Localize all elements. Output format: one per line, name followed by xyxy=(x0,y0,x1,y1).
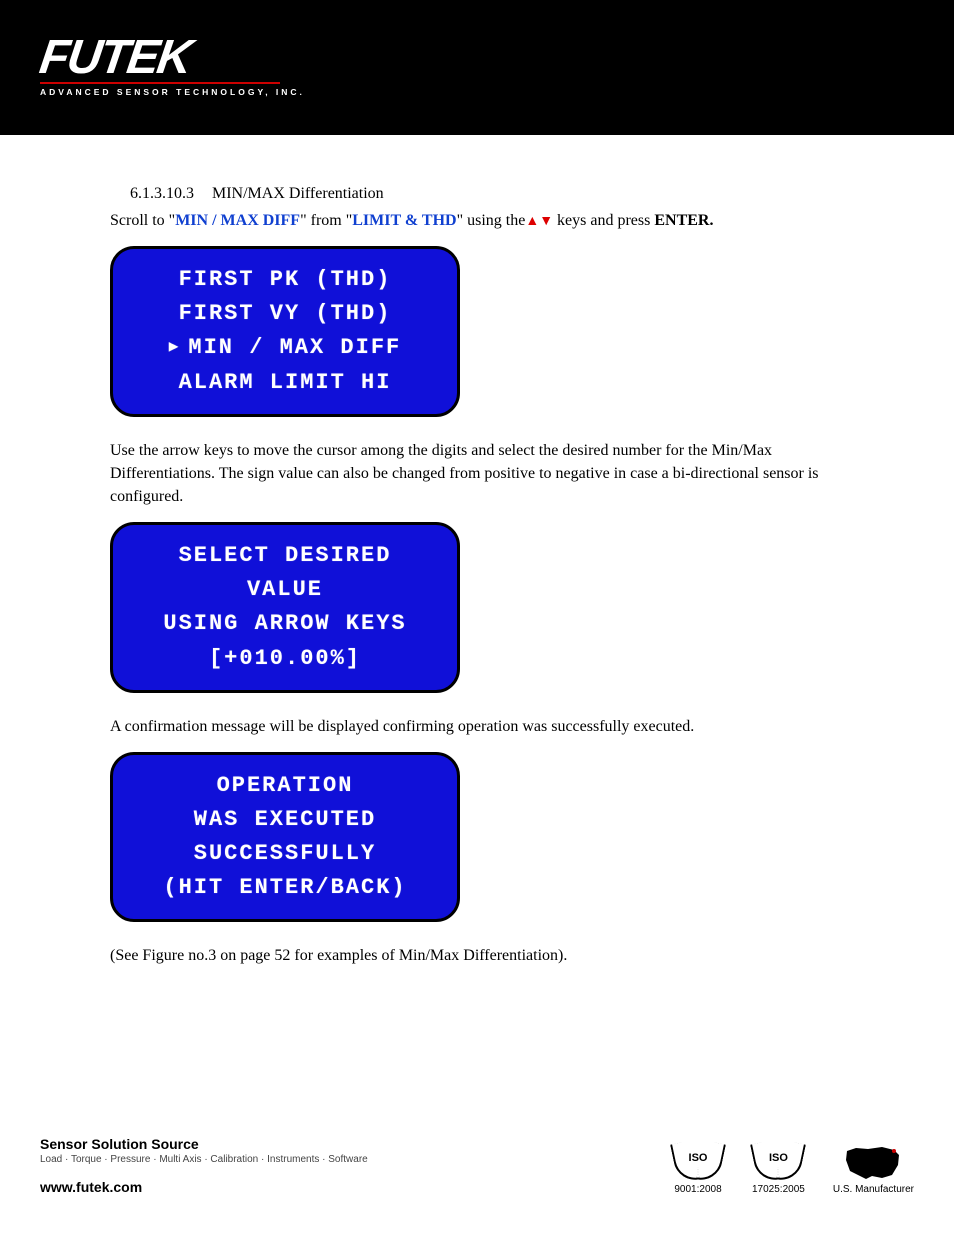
lcd-text: SUCCESSFULLY xyxy=(194,837,376,871)
lcd-row: SUCCESSFULLY xyxy=(123,837,447,871)
company-logo: FUTEK ADVANCED SENSOR TECHNOLOGY, INC. xyxy=(40,38,305,97)
lcd-screen-value-select: SELECT DESIRED VALUE USING ARROW KEYS [+… xyxy=(110,522,460,692)
logo-subtitle: ADVANCED SENSOR TECHNOLOGY, INC. xyxy=(40,87,305,97)
up-arrow-icon: ▲ xyxy=(525,214,539,229)
lcd-text: ALARM LIMIT HI xyxy=(179,366,392,400)
lcd-row: (HIT ENTER/BACK) xyxy=(123,871,447,905)
lcd-text: FIRST PK (THD) xyxy=(179,263,392,297)
section-number: 6.1.3.10.3 xyxy=(130,185,194,203)
intro-text-mid: " from " xyxy=(300,212,352,229)
us-manufacturer-text: U.S. Manufacturer xyxy=(833,1184,914,1195)
lcd-text: MIN / MAX DIFF xyxy=(188,331,401,365)
down-arrow-icon: ▼ xyxy=(539,214,553,229)
lcd-row: [+010.00%] xyxy=(123,642,447,676)
page-header: FUTEK ADVANCED SENSOR TECHNOLOGY, INC. xyxy=(0,0,954,135)
footer-url: www.futek.com xyxy=(40,1179,368,1195)
lcd-screen-menu: FIRST PK (THD) FIRST VY (THD) ▶ MIN / MAX… xyxy=(110,246,460,416)
paragraph-2: Use the arrow keys to move the cursor am… xyxy=(110,439,844,509)
footer-right: ISO 9001:2008 ISO 17025:2005 U.S. Manufa… xyxy=(672,1142,914,1195)
lcd-text: USING ARROW KEYS xyxy=(163,607,406,641)
lcd-row: ALARM LIMIT HI xyxy=(123,366,447,400)
iso-9001-badge: ISO 9001:2008 xyxy=(672,1142,724,1195)
paragraph-4: (See Figure no.3 on page 52 for examples… xyxy=(110,944,844,967)
lcd-row: FIRST VY (THD) xyxy=(123,297,447,331)
lcd-text: SELECT DESIRED xyxy=(179,539,392,573)
laurel-icon: ISO xyxy=(752,1142,804,1182)
iso-9001-text: 9001:2008 xyxy=(672,1184,724,1195)
intro-text-post1: " using the xyxy=(457,212,526,229)
us-map-icon xyxy=(844,1145,902,1181)
footer-left: Sensor Solution Source Load · Torque · P… xyxy=(40,1136,368,1195)
term-minmaxdiff: MIN / MAX DIFF xyxy=(175,212,300,229)
page-footer: Sensor Solution Source Load · Torque · P… xyxy=(0,1136,954,1195)
iso-label: ISO xyxy=(672,1152,724,1164)
lcd-text: WAS EXECUTED xyxy=(194,803,376,837)
iso-17025-text: 17025:2005 xyxy=(752,1184,805,1195)
intro-text-post2: keys and press xyxy=(553,212,654,229)
lcd-text: [+010.00%] xyxy=(209,642,361,676)
lcd-row-selected: ▶ MIN / MAX DIFF xyxy=(123,331,447,365)
intro-paragraph: Scroll to "MIN / MAX DIFF" from "LIMIT &… xyxy=(110,209,844,232)
document-body: 6.1.3.10.3 MIN/MAX Differentiation Scrol… xyxy=(0,135,954,967)
section-heading: 6.1.3.10.3 MIN/MAX Differentiation xyxy=(110,185,844,203)
lcd-text: FIRST VY (THD) xyxy=(179,297,392,331)
enter-key-label: ENTER. xyxy=(654,212,713,229)
lcd-row: SELECT DESIRED xyxy=(123,539,447,573)
lcd-row: OPERATION xyxy=(123,769,447,803)
cursor-pointer-icon: ▶ xyxy=(169,335,181,360)
term-limitthd: LIMIT & THD xyxy=(352,212,456,229)
lcd-row: VALUE xyxy=(123,573,447,607)
lcd-text: VALUE xyxy=(247,573,323,607)
paragraph-3: A confirmation message will be displayed… xyxy=(110,715,844,738)
lcd-row: USING ARROW KEYS xyxy=(123,607,447,641)
footer-categories: Load · Torque · Pressure · Multi Axis · … xyxy=(40,1154,368,1165)
footer-tagline: Sensor Solution Source xyxy=(40,1136,368,1152)
iso-label: ISO xyxy=(752,1152,804,1164)
lcd-text: OPERATION xyxy=(217,769,354,803)
lcd-row: FIRST PK (THD) xyxy=(123,263,447,297)
lcd-screen-confirmation: OPERATION WAS EXECUTED SUCCESSFULLY (HIT… xyxy=(110,752,460,922)
iso-17025-badge: ISO 17025:2005 xyxy=(752,1142,805,1195)
section-title: MIN/MAX Differentiation xyxy=(212,185,384,202)
lcd-row: WAS EXECUTED xyxy=(123,803,447,837)
laurel-icon: ISO xyxy=(672,1142,724,1182)
logo-wordmark: FUTEK xyxy=(37,38,308,79)
lcd-text: (HIT ENTER/BACK) xyxy=(163,871,406,905)
intro-text-pre: Scroll to " xyxy=(110,212,175,229)
us-manufacturer-badge: U.S. Manufacturer xyxy=(833,1145,914,1195)
